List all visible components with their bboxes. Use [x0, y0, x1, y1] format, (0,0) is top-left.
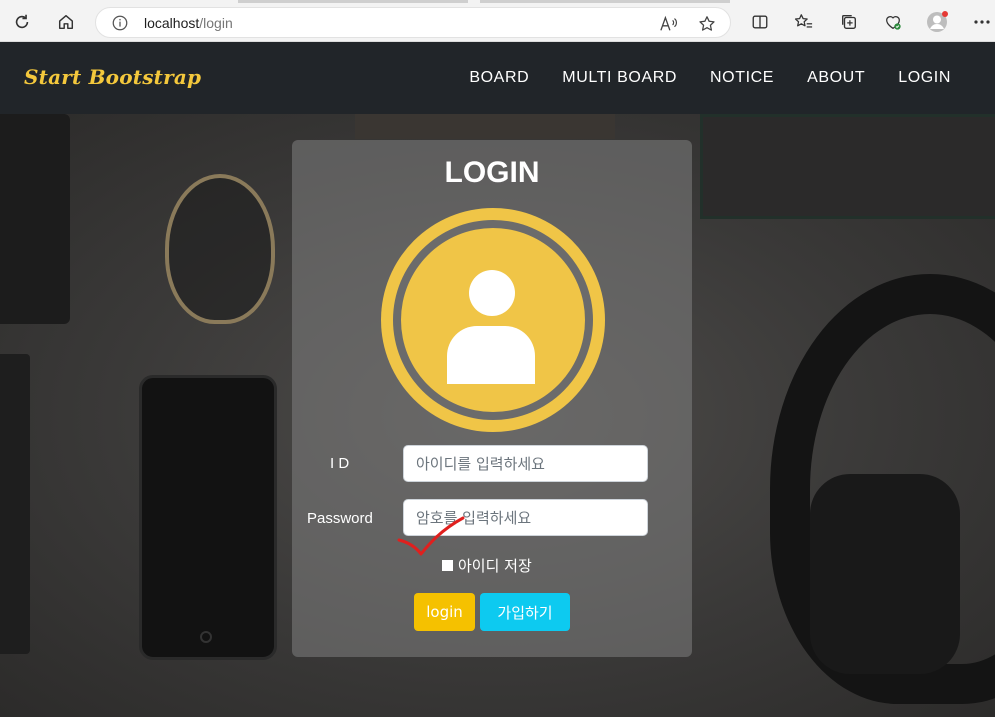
site-navbar: Start Bootstrap BOARD MULTI BOARD NOTICE…	[0, 42, 995, 114]
nav-link-board[interactable]: BOARD	[469, 69, 529, 87]
nav-link-login[interactable]: LOGIN	[898, 69, 951, 87]
url-path: /login	[199, 15, 233, 31]
home-icon	[58, 14, 74, 30]
browser-toolbar: localhost/login	[0, 0, 995, 42]
address-bar[interactable]: localhost/login	[95, 7, 731, 38]
login-button[interactable]: login	[414, 593, 475, 631]
read-aloud-icon[interactable]	[658, 13, 680, 35]
nav-link-about[interactable]: ABOUT	[807, 69, 865, 87]
sunglasses-decoration	[165, 174, 275, 324]
fabric-decoration	[355, 114, 615, 139]
user-avatar-icon	[381, 208, 605, 432]
remember-id-label: 아이디 저장	[458, 557, 532, 575]
join-button[interactable]: 가입하기	[480, 593, 570, 631]
refresh-button[interactable]	[7, 7, 37, 37]
favorites-icon[interactable]	[792, 10, 816, 34]
remember-checkbox-box[interactable]	[442, 560, 453, 571]
favorite-star-icon[interactable]	[696, 13, 718, 35]
nav-links: BOARD MULTI BOARD NOTICE ABOUT LOGIN	[436, 69, 951, 87]
url-host: localhost	[144, 15, 200, 31]
url-text[interactable]: localhost/login	[144, 15, 233, 31]
info-icon[interactable]	[110, 13, 130, 33]
profile-avatar-icon[interactable]	[925, 10, 949, 34]
collections-icon[interactable]	[837, 10, 861, 34]
brand-logo[interactable]: Start Bootstrap	[24, 65, 201, 89]
home-button[interactable]	[51, 7, 81, 37]
password-label: Password	[307, 510, 373, 527]
login-card: LOGIN I D Password 아이디 저장 login 가입하기	[292, 140, 692, 657]
wallet-decoration-2	[0, 354, 30, 654]
id-input[interactable]	[403, 445, 648, 482]
id-label: I D	[330, 455, 350, 472]
nav-link-multi-board[interactable]: MULTI BOARD	[562, 69, 677, 87]
phone-decoration	[139, 375, 277, 660]
more-options-icon[interactable]	[970, 10, 994, 34]
split-screen-icon[interactable]	[748, 10, 772, 34]
wallet-decoration	[0, 114, 70, 324]
login-title: LOGIN	[444, 156, 540, 189]
refresh-icon	[15, 14, 29, 29]
red-checkmark-annotation	[397, 516, 465, 556]
remember-id-checkbox[interactable]: 아이디 저장	[442, 555, 532, 576]
notebook-decoration	[700, 114, 995, 219]
phone-home-button-decoration	[200, 631, 212, 643]
headphones-earcup-decoration	[810, 474, 960, 674]
browser-essentials-icon[interactable]	[881, 10, 905, 34]
nav-link-notice[interactable]: NOTICE	[710, 69, 774, 87]
